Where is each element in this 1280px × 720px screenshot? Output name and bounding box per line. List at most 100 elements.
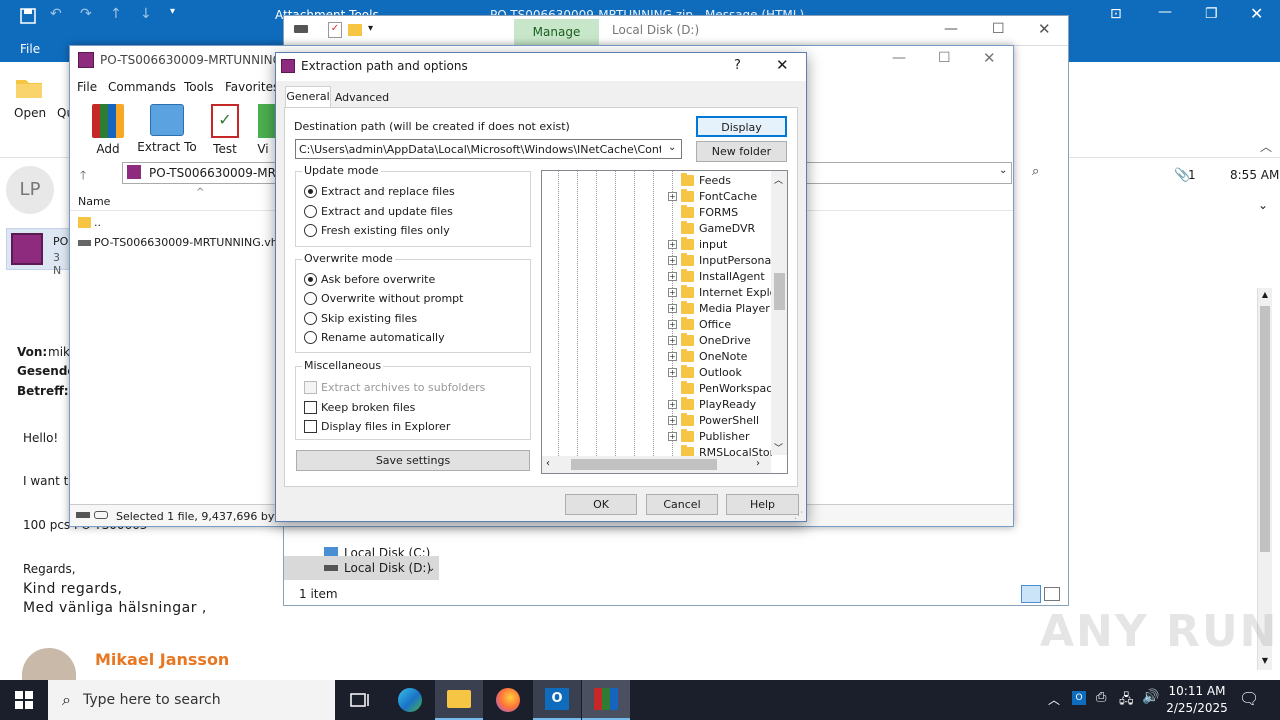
tree-folder-item[interactable]: + Publisher [668, 428, 750, 444]
notification-icon[interactable]: 🗨 [1239, 689, 1259, 708]
taskbar-search-box[interactable]: ⌕ Type here to search [48, 680, 335, 720]
radio-skip-existing[interactable]: Skip existing files [304, 312, 417, 325]
radio-rename-auto[interactable]: Rename automatically [304, 331, 445, 344]
context-help-button[interactable]: ? [734, 58, 741, 73]
ribbon-display-icon[interactable]: ⊡ [1110, 6, 1122, 22]
tree-folder-item[interactable]: + FontCache [668, 188, 757, 204]
tab-advanced[interactable]: Advanced [333, 89, 391, 107]
tree-hscroll-thumb[interactable] [571, 459, 717, 470]
winrar-maximize-icon[interactable]: ☐ [938, 50, 951, 66]
tree-vscrollbar[interactable]: ︿ ﹀ [771, 171, 787, 455]
save-icon[interactable] [20, 8, 36, 24]
nav-local-disk-d[interactable]: Local Disk (D:) ⌄ [284, 556, 439, 580]
file-menu[interactable]: File [20, 42, 40, 56]
path-dropdown-icon[interactable]: ⌄ [999, 165, 1007, 176]
open-folder-icon[interactable] [14, 74, 44, 100]
volume-icon[interactable]: 🔊 [1142, 689, 1159, 705]
expand-ribbon-icon[interactable]: ︿ [1260, 138, 1272, 155]
winrar-menu-favorites[interactable]: Favorites [225, 80, 279, 94]
tree-expand-icon[interactable]: + [668, 351, 677, 361]
winrar-close-icon[interactable]: ✕ [983, 49, 996, 67]
radio-extract-update[interactable]: Extract and update files [304, 205, 453, 218]
cancel-button[interactable]: Cancel [646, 494, 718, 515]
tree-folder-item[interactable]: FORMS [668, 204, 738, 220]
winrar-menu-commands[interactable]: Commands [108, 80, 176, 94]
chk-keep-broken[interactable]: Keep broken files [304, 401, 415, 414]
tree-folder-item[interactable]: + PlayReady [668, 396, 756, 412]
tray-device-icon[interactable]: ⎙ [1096, 690, 1106, 705]
tree-folder-item[interactable]: GameDVR [668, 220, 755, 236]
tree-folder-item[interactable]: + Office [668, 316, 731, 332]
save-settings-button[interactable]: Save settings [296, 450, 530, 471]
large-icons-view-icon[interactable] [1044, 587, 1060, 601]
tree-folder-item[interactable]: Feeds [668, 172, 731, 188]
tree-expand-icon[interactable]: + [668, 367, 677, 377]
tree-expand-icon[interactable]: + [668, 239, 677, 249]
close-icon[interactable]: ✕ [1250, 4, 1263, 23]
file-row-parent[interactable]: .. [70, 214, 280, 232]
redo-icon[interactable]: ↷ [80, 6, 92, 22]
show-hidden-icons[interactable]: ︿ [1048, 691, 1060, 708]
nav-scroll-down-icon[interactable]: ⌄ [427, 563, 435, 574]
tree-expand-icon[interactable]: + [668, 431, 677, 441]
tree-folder-item[interactable]: RMSLocalStor [668, 444, 772, 456]
file-explorer-icon[interactable] [435, 680, 483, 720]
winrar-menu-tools[interactable]: Tools [184, 80, 214, 94]
winrar-menu-file[interactable]: File [77, 80, 97, 94]
test-button[interactable]: ✓ Test [195, 104, 255, 156]
tree-expand-icon[interactable]: + [668, 319, 677, 329]
tree-folder-item[interactable]: + InstallAgent [668, 268, 765, 284]
minimize-icon[interactable]: — [1158, 4, 1172, 20]
add-button[interactable]: Add [78, 104, 138, 156]
undo-icon[interactable]: ↶ [50, 6, 62, 22]
radio-ask-overwrite[interactable]: Ask before overwrite [304, 273, 435, 286]
qat-dropdown-icon[interactable]: ▾ [368, 23, 373, 34]
tree-folder-item[interactable]: + InputPersona [668, 252, 771, 268]
file-row-vhd[interactable]: PO-TS006630009-MRTUNNING.vhd [70, 234, 285, 252]
chk-display-explorer[interactable]: Display files in Explorer [304, 420, 450, 433]
tree-folder-item[interactable]: PenWorkspac [668, 380, 772, 396]
tree-expand-icon[interactable]: + [668, 303, 677, 313]
dest-dropdown-icon[interactable]: ⌄ [668, 142, 676, 153]
tree-expand-icon[interactable]: + [668, 287, 677, 297]
tree-expand-icon[interactable]: + [668, 415, 677, 425]
tree-folder-item[interactable]: + Internet Explo [668, 284, 772, 300]
expand-header-icon[interactable]: ⌄ [1258, 198, 1268, 212]
tree-folder-item[interactable]: + PowerShell [668, 412, 759, 428]
tree-vscroll-thumb[interactable] [774, 273, 785, 310]
tree-hscrollbar[interactable]: ‹ › [542, 456, 771, 473]
tree-scroll-up-icon[interactable]: ︿ [774, 173, 783, 186]
tree-folder-item[interactable]: + Outlook [668, 364, 742, 380]
tree-expand-icon[interactable]: + [668, 271, 677, 281]
display-button[interactable]: Display [696, 116, 787, 137]
restore-icon[interactable]: ❐ [1205, 6, 1218, 22]
explorer-maximize-icon[interactable]: ☐ [992, 21, 1005, 37]
help-button[interactable]: Help [726, 494, 799, 515]
network-icon[interactable]: 🖧 [1119, 690, 1134, 712]
new-folder-button[interactable]: New folder [696, 141, 787, 162]
tree-folder-item[interactable]: + OneNote [668, 348, 747, 364]
edge-icon[interactable] [386, 680, 434, 720]
taskbar-clock[interactable]: 10:11 AM [1165, 684, 1229, 698]
radio-fresh-existing[interactable]: Fresh existing files only [304, 224, 450, 237]
start-button[interactable] [0, 680, 48, 720]
taskbar-date[interactable]: 2/25/2025 [1165, 701, 1229, 715]
scroll-down-icon[interactable]: ▼ [1260, 656, 1270, 666]
manage-tab[interactable]: Manage [514, 19, 599, 46]
tree-expand-icon[interactable]: + [668, 255, 677, 265]
view-button[interactable]: Vi [248, 104, 278, 156]
name-column-header[interactable]: Name [78, 195, 110, 208]
explorer-minimize-icon[interactable]: — [944, 21, 958, 37]
details-view-icon[interactable] [1021, 585, 1041, 603]
scroll-up-icon[interactable]: ▲ [1260, 290, 1270, 300]
customize-icon[interactable]: ▾ [170, 6, 175, 17]
tree-scroll-right-icon[interactable]: › [756, 458, 760, 469]
new-folder-icon[interactable] [348, 24, 362, 36]
tree-folder-item[interactable]: + OneDrive [668, 332, 751, 348]
resize-grip-icon[interactable]: ⋰ [794, 511, 803, 521]
firefox-icon[interactable] [484, 680, 532, 720]
tree-scroll-down-icon[interactable]: ﹀ [774, 441, 783, 454]
dest-path-combobox[interactable]: C:\Users\admin\AppData\Local\Microsoft\W… [295, 139, 682, 159]
radio-overwrite-no-prompt[interactable]: Overwrite without prompt [304, 292, 463, 305]
properties-icon[interactable]: ✓ [328, 22, 342, 38]
